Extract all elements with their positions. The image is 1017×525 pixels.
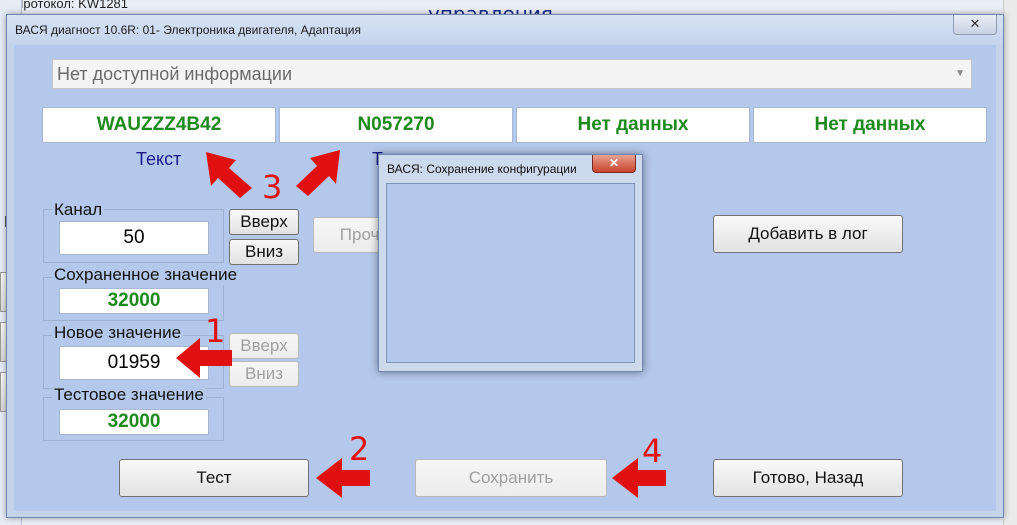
new-value-input[interactable]: 01959 xyxy=(59,346,209,380)
test-value-field: 32000 xyxy=(59,409,209,435)
data-box-3: Нет данных xyxy=(516,107,750,143)
vin-box: WAUZZZ4B42 xyxy=(42,107,276,143)
saved-value-field: 32000 xyxy=(59,288,209,314)
title-bar[interactable]: ВАСЯ диагност 10.6R: 01- Электроника дви… xyxy=(7,15,1003,45)
new-value-label: Новое значение xyxy=(52,323,184,343)
annotation-number-3: 3 xyxy=(262,168,283,206)
channel-down-button[interactable]: Вниз xyxy=(229,239,299,265)
new-value-up-button[interactable]: Вверх xyxy=(229,333,299,359)
add-to-log-button[interactable]: Добавить в лог xyxy=(713,215,903,253)
channel-up-button[interactable]: Вверх xyxy=(229,209,299,235)
bg-protocol-text: Протокол: KW1281 xyxy=(14,0,129,11)
save-button[interactable]: Сохранить xyxy=(415,459,607,497)
save-config-content xyxy=(386,183,635,363)
text-label-1: Текст xyxy=(136,149,182,169)
data-box-4: Нет данных xyxy=(753,107,987,143)
done-back-button[interactable]: Готово, Назад xyxy=(713,459,903,497)
channel-label: Канал xyxy=(52,200,105,220)
channel-input[interactable]: 50 xyxy=(59,221,209,255)
bg-scrollbar[interactable] xyxy=(1003,0,1017,525)
saved-value-label: Сохраненное значение xyxy=(52,265,240,285)
annotation-number-2: 2 xyxy=(349,430,370,468)
info-dropdown-value: Нет доступной информации xyxy=(57,64,293,84)
chevron-down-icon[interactable]: ▼ xyxy=(955,60,965,88)
window-title: ВАСЯ диагност 10.6R: 01- Электроника дви… xyxy=(15,23,361,37)
annotation-number-1: 1 xyxy=(205,312,226,350)
save-config-close-button[interactable]: ✕ xyxy=(592,155,636,173)
close-button[interactable]: ✕ xyxy=(953,15,997,35)
save-config-window: ВАСЯ: Сохранение конфигурации ✕ xyxy=(378,154,643,372)
test-button[interactable]: Тест xyxy=(119,459,309,497)
annotation-number-4: 4 xyxy=(642,432,663,470)
part-number-box: N057270 xyxy=(279,107,513,143)
info-dropdown[interactable]: Нет доступной информации ▼ xyxy=(52,59,972,89)
new-value-down-button[interactable]: Вниз xyxy=(229,361,299,387)
test-value-label: Тестовое значение xyxy=(52,385,206,405)
save-config-title: ВАСЯ: Сохранение конфигурации xyxy=(387,162,577,176)
